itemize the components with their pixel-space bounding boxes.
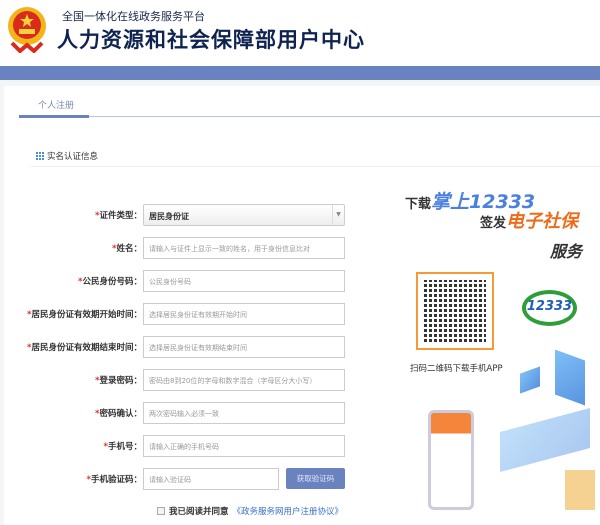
label-id-type: 证件类型： bbox=[99, 211, 142, 221]
row-password: *登录密码： 密码由8到20位的字母和数字混合（字母区分大小写） bbox=[4, 369, 364, 391]
valid-end-input[interactable]: 选择居民身份证有效期结束时间 bbox=[143, 336, 345, 358]
agreement-row: 我已阅读并同意 《政务服务网用户注册协议》 bbox=[157, 505, 343, 517]
tab-active-indicator bbox=[19, 115, 89, 118]
nav-bar bbox=[0, 66, 600, 80]
agree-checkbox[interactable] bbox=[157, 507, 165, 515]
promo-highlight: 电子社保 bbox=[506, 211, 579, 232]
promo-line2: 签发电子社保 bbox=[480, 207, 578, 233]
row-valid-end: *居民身份证有效期结束时间： 选择居民身份证有效期结束时间 bbox=[4, 336, 364, 358]
grid-icon bbox=[36, 152, 44, 160]
name-input[interactable]: 请输入与证件上显示一致的姓名，用于身份信息比对 bbox=[143, 237, 345, 259]
valid-start-input[interactable]: 选择居民身份证有效期开始时间 bbox=[143, 303, 345, 325]
row-password-confirm: *密码确认： 两次密码输入必须一致 bbox=[4, 402, 364, 424]
app-12333-logo: 12333 bbox=[522, 290, 577, 326]
promo-line2-prefix: 签发 bbox=[480, 216, 507, 231]
promo-line3: 服务 bbox=[550, 242, 583, 261]
row-id-number: *公民身份号码： 公民身份号码 bbox=[4, 270, 364, 292]
label-phone: 手机号： bbox=[107, 442, 142, 452]
label-password-confirm: 密码确认： bbox=[99, 409, 142, 419]
section-divider bbox=[31, 166, 600, 167]
chevron-down-icon[interactable]: ▼ bbox=[332, 205, 344, 225]
password-input[interactable]: 密码由8到20位的字母和数字混合（字母区分大小写） bbox=[143, 369, 345, 391]
row-id-type: *证件类型： 居民身份证 ▼ bbox=[4, 204, 364, 226]
section-title: 实名认证信息 bbox=[47, 152, 99, 162]
promo-line1-prefix: 下载 bbox=[405, 197, 432, 212]
id-type-select[interactable]: 居民身份证 ▼ bbox=[143, 204, 345, 226]
row-sms-code: *手机验证码： 请输入验证码 获取验证码 bbox=[4, 468, 364, 490]
row-name: *姓名： 请输入与证件上显示一致的姓名，用于身份信息比对 bbox=[4, 237, 364, 259]
agreement-link[interactable]: 《政务服务网用户注册协议》 bbox=[233, 505, 344, 517]
national-emblem-icon bbox=[8, 7, 46, 53]
site-header: 全国一体化在线政务服务平台 人力资源和社会保障部用户中心 bbox=[0, 0, 600, 66]
phone-illustration-icon bbox=[428, 410, 474, 510]
label-valid-end: 居民身份证有效期结束时间： bbox=[31, 343, 142, 353]
row-valid-start: *居民身份证有效期开始时间： 选择居民身份证有效期开始时间 bbox=[4, 303, 364, 325]
tab-divider bbox=[19, 116, 600, 117]
section-header: 实名认证信息 bbox=[36, 150, 98, 162]
row-phone: *手机号： 请输入正确的手机号码 bbox=[4, 435, 364, 457]
qr-caption: 扫码二维码下载手机APP bbox=[410, 364, 503, 374]
id-type-value: 居民身份证 bbox=[149, 212, 189, 221]
qr-code-icon bbox=[416, 272, 494, 350]
label-password: 登录密码： bbox=[99, 376, 142, 386]
phone-input[interactable]: 请输入正确的手机号码 bbox=[143, 435, 345, 457]
id-number-input[interactable]: 公民身份号码 bbox=[143, 270, 345, 292]
label-sms-code: 手机验证码： bbox=[90, 475, 142, 485]
label-valid-start: 居民身份证有效期开始时间： bbox=[31, 310, 142, 320]
platform-subtitle: 全国一体化在线政务服务平台 bbox=[62, 10, 205, 23]
tab-personal-registration[interactable]: 个人注册 bbox=[38, 98, 74, 111]
get-code-button[interactable]: 获取验证码 bbox=[286, 468, 345, 489]
label-id-number: 公民身份号码： bbox=[82, 277, 142, 287]
site-title: 人力资源和社会保障部用户中心 bbox=[57, 28, 365, 52]
sms-code-input[interactable]: 请输入验证码 bbox=[143, 468, 279, 490]
agree-text: 我已阅读并同意 bbox=[169, 507, 229, 517]
label-name: 姓名： bbox=[116, 244, 142, 254]
illustration-block-icon bbox=[565, 470, 595, 510]
password-confirm-input[interactable]: 两次密码输入必须一致 bbox=[143, 402, 345, 424]
